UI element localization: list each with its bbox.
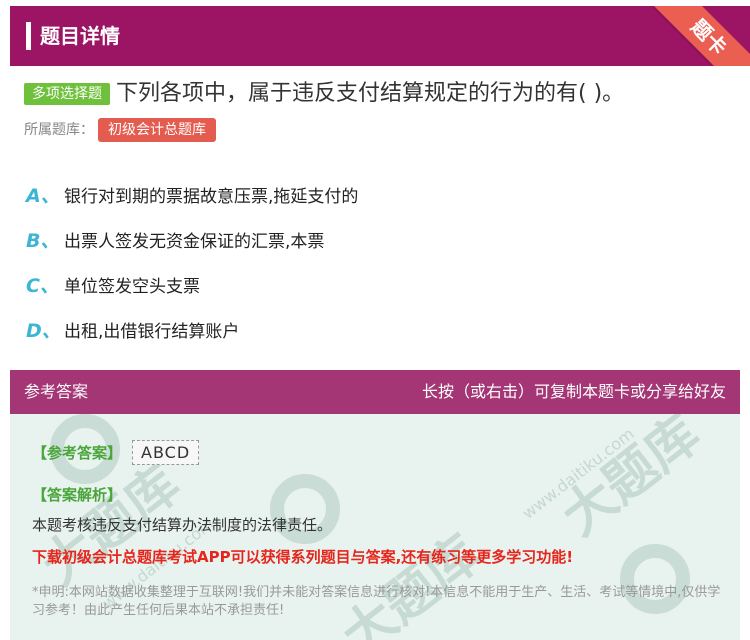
question-line: 多项选择题 下列各项中，属于违反支付结算规定的行为的有( )。 bbox=[24, 78, 730, 110]
analysis-label: 【答案解析】 bbox=[32, 486, 123, 504]
option-letter: D、 bbox=[26, 320, 61, 342]
question-type-badge: 多项选择题 bbox=[24, 83, 110, 105]
corner-ribbon: 题卡 bbox=[643, 6, 750, 66]
bank-tag[interactable]: 初级会计总题库 bbox=[98, 118, 216, 142]
app-promo-text[interactable]: 下载初级会计总题库考试APP可以获得系列题目与答案,还有练习等更多学习功能! bbox=[32, 546, 573, 567]
option-c[interactable]: C、 单位签发空头支票 bbox=[26, 262, 358, 307]
answer-label: 【参考答案】 bbox=[32, 444, 123, 462]
page-title: 题目详情 bbox=[40, 24, 120, 48]
option-b[interactable]: B、 出票人签发无资金保证的汇票,本票 bbox=[26, 217, 358, 262]
bank-label: 所属题库： bbox=[24, 122, 94, 138]
answer-body: 大题库 大题库 大题库 www.daitiku.com www.daitiku.… bbox=[10, 414, 740, 640]
answer-value[interactable]: ABCD bbox=[132, 440, 200, 465]
option-a[interactable]: A、 银行对到期的票据故意压票,拖延支付的 bbox=[26, 172, 358, 217]
option-letter: B、 bbox=[26, 230, 60, 252]
analysis-text: 本题考核违反支付结算办法制度的法律责任。 bbox=[32, 516, 333, 534]
watermark-text: 大题库 bbox=[331, 524, 492, 640]
option-text: 出租,出借银行结算账户 bbox=[64, 322, 240, 342]
option-text: 出票人签发无资金保证的汇票,本票 bbox=[64, 232, 325, 252]
option-d[interactable]: D、 出租,出借银行结算账户 bbox=[26, 307, 358, 352]
answer-row: 【参考答案】 ABCD bbox=[32, 440, 200, 465]
share-hint[interactable]: 长按（或右击）可复制本题卡或分享给好友 bbox=[422, 370, 726, 414]
header-accent-bar bbox=[26, 22, 31, 50]
options-list: A、 银行对到期的票据故意压票,拖延支付的 B、 出票人签发无资金保证的汇票,本… bbox=[26, 172, 358, 352]
question-text: 下列各项中，属于违反支付结算规定的行为的有( )。 bbox=[116, 81, 625, 106]
option-text: 银行对到期的票据故意压票,拖延支付的 bbox=[64, 187, 359, 207]
disclaimer-text: *申明:本网站数据收集整理于互联网!我们并未能对答案信息进行核对!本信息不能用于… bbox=[32, 585, 721, 618]
header-bar: 题目详情 题卡 bbox=[10, 6, 750, 66]
option-letter: C、 bbox=[26, 275, 59, 297]
answer-bar-title: 参考答案 bbox=[24, 382, 89, 401]
option-text: 单位签发空头支票 bbox=[64, 277, 200, 297]
question-bank-row: 所属题库： 初级会计总题库 bbox=[24, 118, 216, 142]
answer-bar: 参考答案 长按（或右击）可复制本题卡或分享给好友 bbox=[10, 370, 740, 414]
option-letter: A、 bbox=[26, 185, 60, 207]
